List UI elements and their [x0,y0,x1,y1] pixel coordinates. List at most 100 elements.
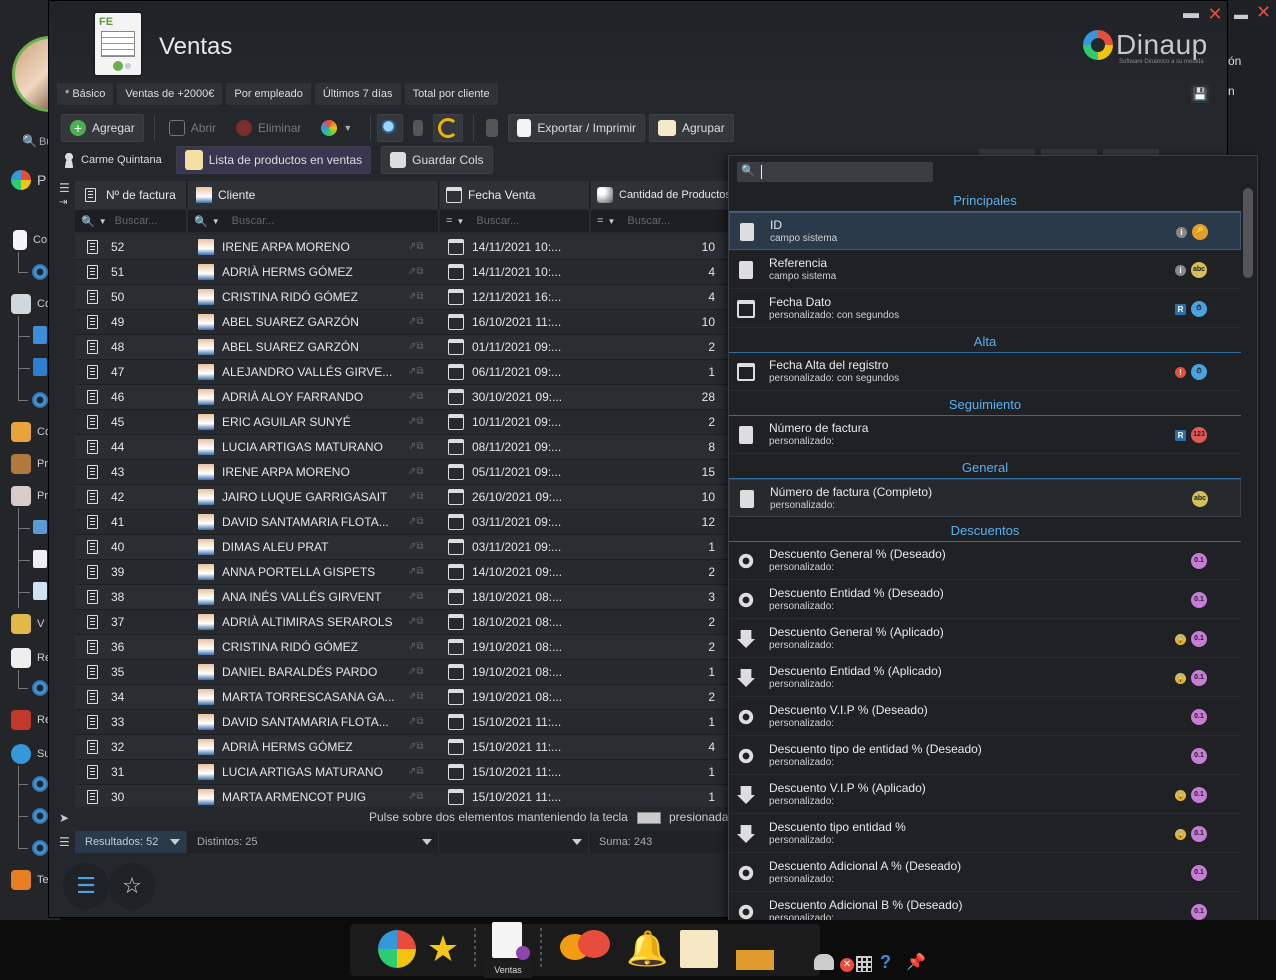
table-row[interactable]: 38 ANA INÉS VALLÉS GIRVENT ⇗⧉ 18/10/2021 … [75,585,765,610]
minimize-icon[interactable]: ▬ [1234,6,1248,22]
table-row[interactable]: 47 ALEJANDRO VALLÉS GIRVE... ⇗⧉ 06/11/202… [75,360,765,385]
link-icon[interactable]: ⇗⧉ [408,460,424,484]
link-icon[interactable]: ⇗⧉ [408,310,424,334]
results-count[interactable]: Resultados: 52 [75,831,187,853]
link-icon[interactable]: ⇗⧉ [408,560,424,584]
table-row[interactable]: 33 DAVID SANTAMARIA FLOTA... ⇗⧉ 15/10/202… [75,710,765,735]
save-filter-button[interactable]: 💾 [1191,85,1209,103]
field-search-input[interactable]: 🔍 [737,162,933,182]
field-item[interactable]: Número de factura personalizado: R 123 [729,416,1241,454]
close-button[interactable]: ✕ [1205,5,1225,23]
link-icon[interactable]: ⇗⧉ [408,435,424,459]
table-row[interactable]: 32 ADRIÀ HERMS GÓMEZ ⇗⧉ 15/10/2021 11:...… [75,735,765,760]
list-icon[interactable]: ☰ [59,835,70,849]
table-row[interactable]: 48 ABEL SUAREZ GARZÓN ⇗⧉ 01/11/2021 09:..… [75,335,765,360]
link-icon[interactable]: ⇗⧉ [408,785,424,809]
open-button[interactable]: Abrir [161,114,224,142]
link-icon[interactable]: ⇗⧉ [408,410,424,434]
link-icon[interactable]: ⇗⧉ [408,710,424,734]
column-resize-icon[interactable]: ⇥ [59,197,75,211]
search-factura[interactable]: 🔍 ▼ Buscar... [75,210,187,232]
product-list-button[interactable]: Lista de productos en ventas [175,146,372,174]
pin-icon[interactable]: 📌 [906,952,926,972]
favorites-button[interactable]: ☆ [109,863,155,909]
field-item[interactable]: Referencia campo sistema i abc [729,251,1241,289]
table-row[interactable]: 31 LUCIA ARTIGAS MATURANO ⇗⧉ 15/10/2021 1… [75,760,765,785]
col-header-factura[interactable]: Nº de factura [75,181,187,209]
link-icon[interactable]: ⇗⧉ [408,610,424,634]
link-icon[interactable]: ⇗⧉ [408,685,424,709]
chat-icon[interactable] [560,930,612,968]
trash-button[interactable] [407,114,429,142]
group-button[interactable]: Agrupar [649,114,734,142]
filter-ventas-2000[interactable]: Ventas de +2000€ [117,83,223,105]
table-row[interactable]: 37 ADRIÀ ALTIMIRAS SERAROLS ⇗⧉ 18/10/2021… [75,610,765,635]
notes-icon[interactable] [680,930,718,968]
link-icon[interactable]: ⇗⧉ [408,510,424,534]
link-icon[interactable]: ⇗⧉ [408,760,424,784]
save-cols-button[interactable]: Guardar Cols [381,146,493,174]
delete-button[interactable]: Eliminar [228,114,309,142]
table-row[interactable]: 44 LUCIA ARTIGAS MATURANO ⇗⧉ 08/11/2021 0… [75,435,765,460]
cloud-sync-icon[interactable] [814,954,834,970]
field-item[interactable]: Fecha Alta del registro personalizado: c… [729,353,1241,391]
field-item[interactable]: ID campo sistema i 🔑 [729,212,1241,250]
field-item[interactable]: Descuento tipo entidad % personalizado: 🔒… [729,815,1241,853]
field-item[interactable]: Descuento Entidad % (Aplicado) personali… [729,659,1241,697]
table-row[interactable]: 41 DAVID SANTAMARIA FLOTA... ⇗⧉ 03/11/202… [75,510,765,535]
dinaup-gear-icon[interactable] [378,930,416,968]
table-row[interactable]: 51 ADRIÀ HERMS GÓMEZ ⇗⧉ 14/11/2021 10:...… [75,260,765,285]
field-item[interactable]: Descuento General % (Aplicado) personali… [729,620,1241,658]
error-icon[interactable]: ✕ [840,958,854,972]
add-button[interactable]: + Agregar [61,114,144,142]
field-item[interactable]: Fecha Dato personalizado: con segundos R ⏱ [729,290,1241,328]
filter-por-empleado[interactable]: Por empleado [226,83,311,105]
link-icon[interactable]: ⇗⧉ [408,260,424,284]
table-row[interactable]: 46 ADRIÀ ALOY FARRANDO ⇗⧉ 30/10/2021 09:.… [75,385,765,410]
star-icon[interactable]: ★ [424,930,462,968]
folder-icon[interactable] [736,950,774,970]
col-header-fecha[interactable]: Fecha Venta [440,181,590,209]
link-icon[interactable]: ⇗⧉ [408,735,424,759]
help-icon[interactable]: ? [880,952,891,973]
export-print-button[interactable]: Exportar / Imprimir [508,114,645,142]
list-view-button[interactable]: ☰ [63,863,109,909]
field-item[interactable]: Descuento V.I.P % (Deseado) personalizad… [729,698,1241,736]
link-icon[interactable]: ⇗⧉ [408,360,424,384]
field-item[interactable]: Descuento Adicional A % (Deseado) person… [729,854,1241,892]
bell-icon[interactable]: 🔔 [626,930,668,968]
table-row[interactable]: 34 MARTA TORRESCASANA GA... ⇗⧉ 19/10/2021… [75,685,765,710]
link-icon[interactable]: ⇗⧉ [408,385,424,409]
link-icon[interactable]: ⇗⧉ [408,235,424,259]
user-filter[interactable]: Carme Quintana [59,146,166,174]
attachment-button[interactable] [480,114,504,142]
link-icon[interactable]: ⇗⧉ [408,535,424,559]
link-icon[interactable]: ⇗⧉ [408,585,424,609]
table-row[interactable]: 35 DANIEL BARALDÉS PARDO ⇗⧉ 19/10/2021 08… [75,660,765,685]
minimize-button[interactable]: ▬ [1181,5,1201,23]
field-item[interactable]: Descuento V.I.P % (Aplicado) personaliza… [729,776,1241,814]
color-menu-button[interactable]: ▼ [313,114,360,142]
filter-basico[interactable]: * Básico [57,83,114,105]
filter-total-por-cliente[interactable]: Total por cliente [404,83,498,105]
link-icon[interactable]: ⇗⧉ [408,335,424,359]
table-row[interactable]: 42 JAIRO LUQUE GARRIGASAIT ⇗⧉ 26/10/2021 … [75,485,765,510]
refresh-button[interactable] [433,114,464,142]
table-row[interactable]: 45 ERIC AGUILAR SUNYÉ ⇗⧉ 10/11/2021 09:..… [75,410,765,435]
link-icon[interactable]: ⇗⧉ [408,635,424,659]
field-item[interactable]: Descuento Entidad % (Deseado) personaliz… [729,581,1241,619]
close-icon[interactable]: ✕ [1256,2,1271,23]
table-row[interactable]: 43 IRENE ARPA MORENO ⇗⧉ 05/11/2021 09:...… [75,460,765,485]
field-item[interactable]: Número de factura (Completo) personaliza… [729,479,1241,517]
popup-scrollbar[interactable] [1243,186,1253,952]
distinct-count[interactable]: Distintos: 25 [187,831,439,853]
table-row[interactable]: 36 CRISTINA RIDÓ GÓMEZ ⇗⧉ 19/10/2021 08:.… [75,635,765,660]
grid-icon[interactable] [856,956,872,972]
link-icon[interactable]: ⇗⧉ [408,285,424,309]
filter-ultimos-7-dias[interactable]: Últimos 7 días [314,83,401,105]
table-row[interactable]: 52 IRENE ARPA MORENO ⇗⧉ 14/11/2021 10:...… [75,235,765,260]
cursor-icon[interactable]: ➤ [59,811,69,825]
table-row[interactable]: 39 ANNA PORTELLA GISPETS ⇗⧉ 14/10/2021 09… [75,560,765,585]
table-row[interactable]: 49 ABEL SUAREZ GARZÓN ⇗⧉ 16/10/2021 11:..… [75,310,765,335]
search-fecha[interactable]: = ▼ Buscar... [440,210,590,232]
